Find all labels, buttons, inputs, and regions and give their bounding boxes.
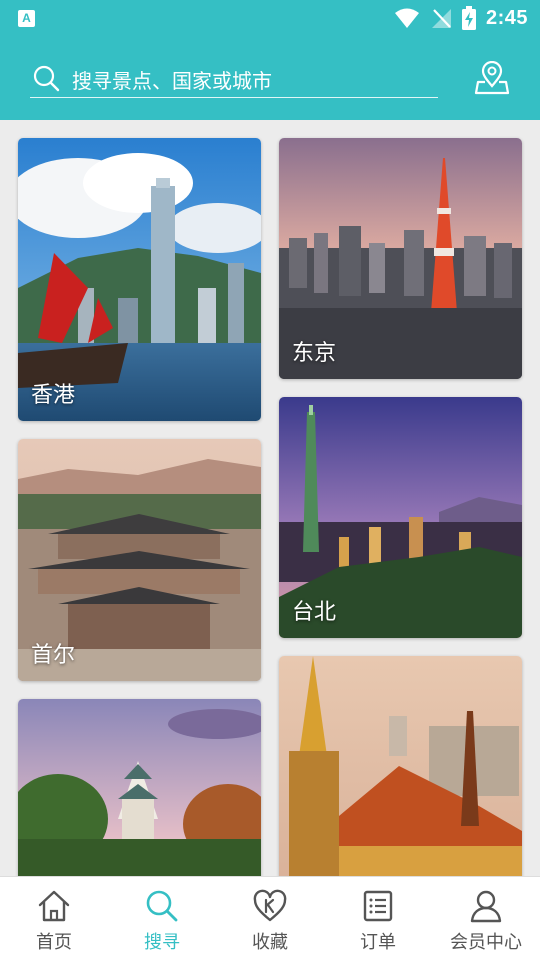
app-notification-icon: A: [18, 10, 35, 27]
search-icon: [33, 65, 60, 92]
tab-label: 收藏: [252, 932, 288, 953]
destination-card-tokyo[interactable]: 东京: [279, 138, 522, 379]
tab-label: 订单: [360, 932, 396, 953]
tab-label: 搜寻: [144, 932, 180, 953]
status-bar: A 2:45: [0, 0, 540, 36]
home-icon: [38, 890, 70, 922]
wifi-icon: [394, 8, 419, 28]
tab-member-center[interactable]: 会员中心: [432, 877, 540, 960]
destination-card-bangkok[interactable]: 曼谷: [279, 656, 522, 876]
search-bar[interactable]: 搜寻景点、国家或城市: [30, 58, 438, 98]
destination-name: 东京: [292, 341, 337, 366]
user-icon: [470, 890, 502, 923]
destination-card-hongkong[interactable]: 香港: [18, 138, 261, 421]
battery-charging-icon: [461, 6, 476, 30]
status-time: 2:45: [485, 6, 528, 29]
destination-card-osaka[interactable]: 大阪: [18, 699, 261, 876]
destination-name: 香港: [31, 383, 76, 408]
bangkok-photo: [279, 656, 522, 876]
status-right: 2:45: [394, 4, 528, 32]
favorite-heart-icon: [253, 889, 287, 922]
header: A 2:45 搜寻景点、国家或城市: [0, 0, 540, 120]
tab-search[interactable]: 搜寻: [108, 877, 216, 960]
tab-label: 首页: [36, 932, 72, 953]
search-icon: [146, 890, 178, 922]
tab-home[interactable]: 首页: [0, 877, 108, 960]
destination-card-seoul[interactable]: 首尔: [18, 439, 261, 681]
bottom-tab-bar: 首页 搜寻 收藏 订单 会员中心: [0, 876, 540, 960]
search-input[interactable]: 搜寻景点、国家或城市: [72, 65, 272, 94]
destination-name: 首尔: [31, 643, 76, 668]
order-list-icon: [363, 890, 393, 922]
destination-name: 台北: [292, 600, 337, 625]
destination-feed[interactable]: 香港 东京 首尔 台北: [0, 120, 540, 876]
osaka-photo: [18, 699, 261, 876]
destination-card-taipei[interactable]: 台北: [279, 397, 522, 638]
tab-orders[interactable]: 订单: [324, 877, 432, 960]
no-signal-icon: [431, 9, 451, 28]
location-pin-icon[interactable]: [474, 61, 510, 95]
tab-favorites[interactable]: 收藏: [216, 877, 324, 960]
tab-label: 会员中心: [450, 932, 522, 953]
